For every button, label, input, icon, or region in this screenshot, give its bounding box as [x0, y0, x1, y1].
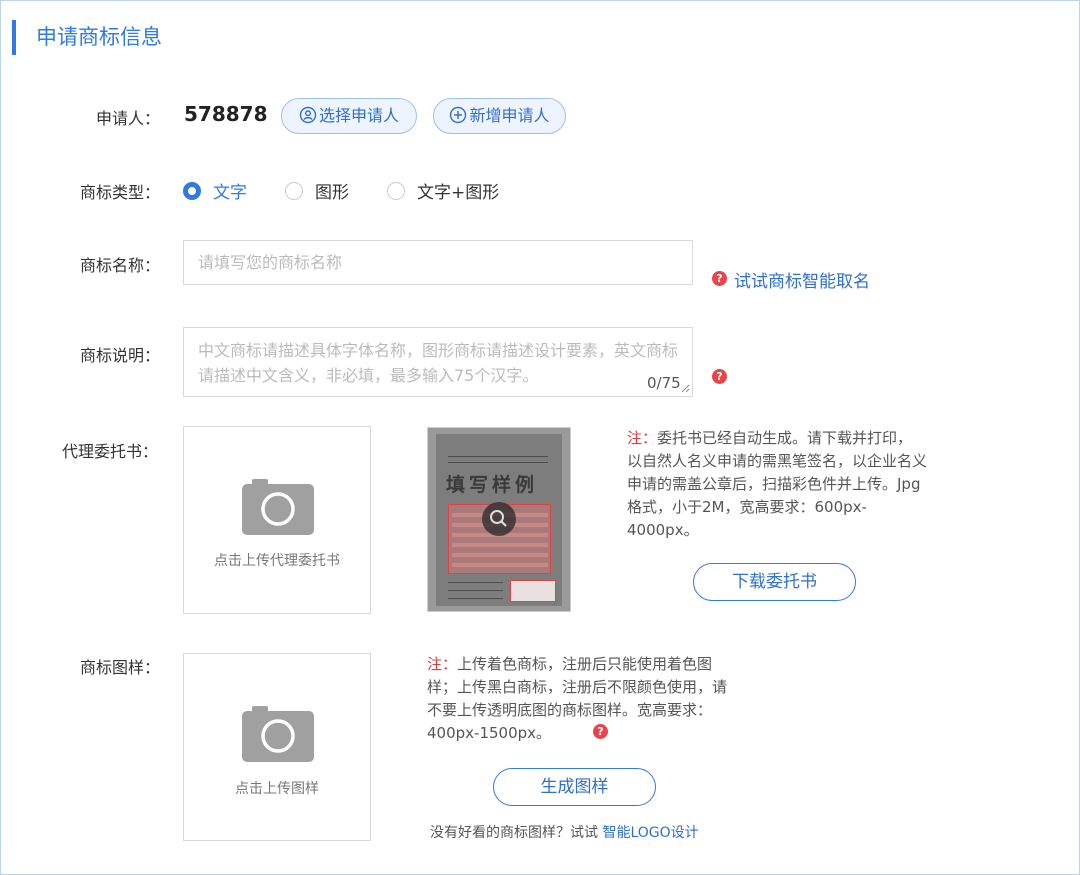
radio-dot — [387, 181, 405, 200]
add-applicant-button[interactable]: 新增申请人 — [433, 98, 566, 134]
sample-row — [452, 553, 548, 557]
question-circle-icon[interactable]: ? — [712, 271, 727, 286]
trademark-type-label: 商标类型： — [80, 183, 161, 202]
trademark-name-input[interactable] — [183, 240, 693, 285]
sample-line — [448, 598, 503, 599]
logo-design-hint-text: 没有好看的商标图样？试试 — [430, 825, 603, 841]
plus-circle-icon — [450, 106, 467, 124]
trademark-description-textarea[interactable] — [183, 327, 693, 397]
camera-icon — [242, 479, 314, 535]
camera-icon — [242, 706, 314, 762]
trademark-name-label: 商标名称： — [80, 256, 161, 275]
upload-power-of-attorney[interactable]: 点击上传代理委托书 — [183, 426, 371, 614]
select-applicant-button[interactable]: 选择申请人 — [281, 98, 417, 134]
sample-line — [448, 456, 548, 457]
trademark-image-note: 注：上传着色商标，注册后只能使用着色图样；上传黑白商标，注册后不限颜色使用，请不… — [427, 653, 727, 745]
sample-watermark: 填写样例 — [446, 474, 539, 496]
note-text: 上传着色商标，注册后只能使用着色图样；上传黑白商标，注册后不限颜色使用，请不要上… — [427, 655, 728, 742]
radio-dot — [285, 181, 303, 200]
upload-trademark-image[interactable]: 点击上传图样 — [183, 653, 371, 841]
upload-trademark-image-text: 点击上传图样 — [235, 781, 319, 797]
sample-document-preview[interactable]: 填写样例 — [427, 427, 571, 612]
note-label: 注： — [427, 655, 458, 673]
power-of-attorney-note: 注：委托书已经自动生成。请下载并打印，以自然人名义申请的需黑笔签名，以企业名义申… — [627, 427, 927, 542]
note-text: 委托书已经自动生成。请下载并打印，以自然人名义申请的需黑笔签名，以企业名义申请的… — [627, 429, 928, 539]
sample-line — [448, 590, 503, 591]
radio-graphic-label: 图形 — [315, 183, 349, 203]
logo-design-link[interactable]: 智能LOGO设计 — [602, 825, 698, 841]
note-label: 注： — [627, 429, 658, 447]
radio-text-graphic-label: 文字+图形 — [417, 183, 500, 203]
power-of-attorney-label: 代理委托书： — [62, 442, 159, 461]
add-applicant-label: 新增申请人 — [469, 106, 550, 125]
applicant-name: 578878 — [184, 102, 268, 126]
applicant-label: 申请人： — [96, 109, 161, 128]
radio-text[interactable]: 文字 — [183, 178, 247, 203]
logo-design-hint: 没有好看的商标图样？试试 智能LOGO设计 — [430, 822, 699, 842]
select-applicant-label: 选择申请人 — [318, 106, 399, 125]
section-title: 申请商标信息 — [12, 20, 162, 55]
magnifier-icon[interactable] — [482, 502, 516, 536]
sample-stamp — [510, 580, 556, 602]
radio-text-label: 文字 — [213, 183, 247, 203]
resize-grip-icon[interactable] — [680, 383, 690, 393]
download-power-of-attorney-button[interactable]: 下载委托书 — [693, 563, 856, 601]
radio-dot — [183, 181, 201, 200]
trademark-image-label: 商标图样： — [80, 658, 161, 677]
trademark-description-label: 商标说明： — [80, 346, 161, 365]
sample-line — [448, 582, 503, 583]
user-circle-icon — [299, 106, 317, 124]
question-circle-icon[interactable]: ? — [593, 724, 608, 739]
sample-row — [452, 563, 548, 567]
radio-text-graphic[interactable]: 文字+图形 — [387, 178, 499, 203]
sample-row — [452, 543, 548, 547]
radio-graphic[interactable]: 图形 — [285, 178, 349, 203]
generate-image-button[interactable]: 生成图样 — [493, 768, 656, 806]
upload-power-of-attorney-text: 点击上传代理委托书 — [214, 553, 340, 569]
smart-naming-link[interactable]: 试试商标智能取名 — [734, 267, 870, 292]
question-circle-icon[interactable]: ? — [712, 369, 727, 384]
sample-line — [448, 462, 548, 463]
character-counter: 0/75 — [647, 374, 681, 392]
